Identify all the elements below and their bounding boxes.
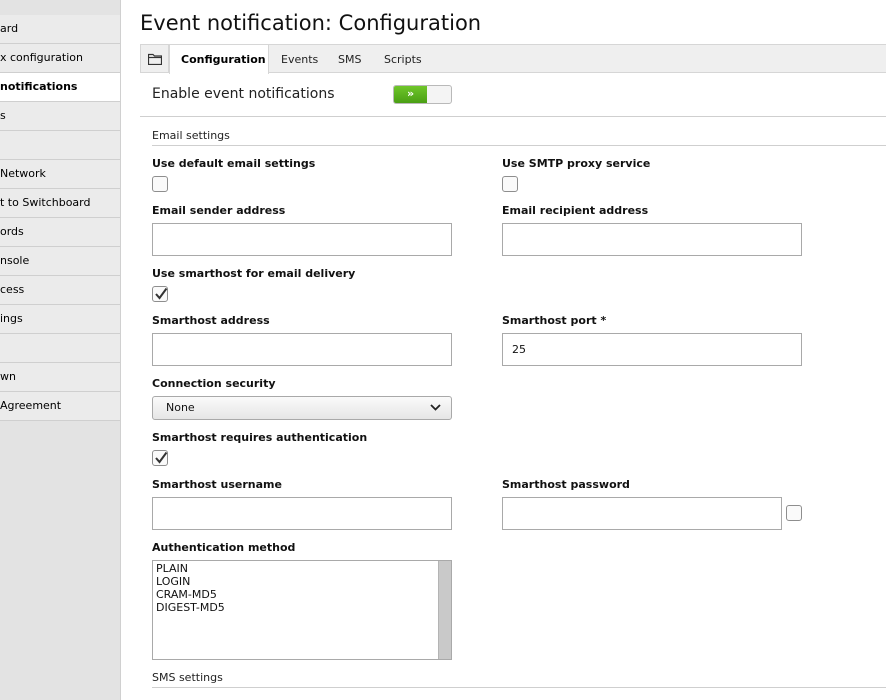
smarthost-address-field[interactable] bbox=[152, 333, 452, 366]
use-default-email-label: Use default email settings bbox=[152, 157, 316, 170]
divider bbox=[140, 116, 886, 117]
list-item[interactable]: PLAIN bbox=[156, 562, 188, 575]
smarthost-port-label: Smarthost port * bbox=[502, 314, 607, 327]
sidebar-item-connect-to-switchboard[interactable]: t to Switchboard bbox=[0, 189, 120, 218]
list-item[interactable]: CRAM-MD5 bbox=[156, 588, 217, 601]
sidebar-item-12[interactable] bbox=[0, 334, 120, 363]
use-smarthost-checkbox[interactable] bbox=[152, 286, 168, 302]
email-recipient-label: Email recipient address bbox=[502, 204, 649, 217]
smarthost-password-field[interactable] bbox=[502, 497, 782, 530]
sidebar-item-box-configuration[interactable]: x configuration bbox=[0, 44, 120, 73]
sidebar-item-label: ard bbox=[0, 22, 19, 35]
requires-auth-checkbox[interactable] bbox=[152, 450, 168, 466]
tab-scripts[interactable]: Scripts bbox=[384, 45, 422, 73]
listbox-scrollbar[interactable] bbox=[438, 561, 451, 659]
page-title: Event notification: Configuration bbox=[140, 11, 482, 35]
sidebar-item-label: ings bbox=[0, 312, 23, 325]
use-smtp-proxy-checkbox[interactable] bbox=[502, 176, 518, 192]
tab-label: Events bbox=[281, 53, 319, 66]
connection-security-select[interactable]: None bbox=[152, 396, 452, 420]
check-icon bbox=[155, 287, 168, 300]
sidebar-item-dashboard[interactable]: ard bbox=[0, 15, 120, 44]
list-item[interactable]: LOGIN bbox=[156, 575, 190, 588]
sidebar-item-access[interactable]: cess bbox=[0, 276, 120, 305]
connection-security-label: Connection security bbox=[152, 377, 276, 390]
enable-notifications-toggle[interactable]: » bbox=[393, 85, 452, 104]
sidebar-item-label: ords bbox=[0, 225, 24, 238]
sidebar-item-console[interactable]: nsole bbox=[0, 247, 120, 276]
sidebar-item-label: nsole bbox=[0, 254, 30, 267]
divider bbox=[152, 145, 886, 146]
sidebar-item-network[interactable]: Network bbox=[0, 160, 120, 189]
chevron-down-icon bbox=[430, 404, 441, 411]
sidebar-item-shutdown[interactable]: wn bbox=[0, 363, 120, 392]
toggle-on-indicator: » bbox=[394, 86, 427, 103]
enable-notifications-label: Enable event notifications bbox=[152, 86, 335, 102]
sidebar-item-settings[interactable]: ings bbox=[0, 305, 120, 334]
sidebar-item-agreement[interactable]: Agreement bbox=[0, 392, 120, 421]
smarthost-username-label: Smarthost username bbox=[152, 478, 282, 491]
tab-label: SMS bbox=[338, 53, 362, 66]
connection-security-value: None bbox=[166, 401, 195, 414]
tab-events[interactable]: Events bbox=[281, 45, 318, 73]
sidebar-item-label: wn bbox=[0, 370, 16, 383]
smarthost-port-field[interactable]: 25 bbox=[502, 333, 802, 366]
tab-bar: Configuration Events SMS Scripts bbox=[140, 44, 886, 74]
sidebar-item-label: notifications bbox=[0, 80, 78, 93]
tab-configuration[interactable]: Configuration bbox=[169, 45, 269, 74]
sms-settings-heading: SMS settings bbox=[152, 671, 223, 684]
sidebar-item-label: s bbox=[0, 109, 6, 122]
smarthost-address-label: Smarthost address bbox=[152, 314, 270, 327]
sidebar-item-label: Agreement bbox=[0, 399, 62, 412]
tab-label: Scripts bbox=[384, 53, 422, 66]
smarthost-username-field[interactable] bbox=[152, 497, 452, 530]
email-sender-label: Email sender address bbox=[152, 204, 286, 217]
list-item[interactable]: DIGEST-MD5 bbox=[156, 601, 225, 614]
tab-home[interactable] bbox=[141, 45, 169, 73]
tab-sms[interactable]: SMS bbox=[338, 45, 361, 73]
email-sender-field[interactable] bbox=[152, 223, 452, 256]
show-password-checkbox[interactable] bbox=[786, 505, 802, 521]
sidebar: ard x configuration notifications s Netw… bbox=[0, 0, 121, 700]
main-content: Event notification: Configuration Config… bbox=[121, 0, 886, 700]
divider bbox=[152, 687, 886, 688]
sidebar-item-4[interactable]: s bbox=[0, 102, 120, 131]
email-settings-heading: Email settings bbox=[152, 129, 230, 142]
requires-auth-label: Smarthost requires authentication bbox=[152, 431, 368, 444]
smarthost-password-label: Smarthost password bbox=[502, 478, 630, 491]
sidebar-item-label: Network bbox=[0, 167, 46, 180]
auth-method-listbox[interactable]: PLAIN LOGIN CRAM-MD5 DIGEST-MD5 bbox=[152, 560, 452, 660]
sidebar-item-label: cess bbox=[0, 283, 25, 296]
email-recipient-field[interactable] bbox=[502, 223, 802, 256]
check-icon bbox=[155, 451, 168, 464]
sidebar-item-passwords[interactable]: ords bbox=[0, 218, 120, 247]
tab-label: Configuration bbox=[181, 53, 266, 66]
use-smtp-proxy-label: Use SMTP proxy service bbox=[502, 157, 651, 170]
use-default-email-checkbox[interactable] bbox=[152, 176, 168, 192]
sidebar-item-label: t to Switchboard bbox=[0, 196, 91, 209]
sidebar-item-5[interactable] bbox=[0, 131, 120, 160]
auth-method-label: Authentication method bbox=[152, 541, 296, 554]
sidebar-item-label: x configuration bbox=[0, 51, 83, 64]
folder-icon bbox=[148, 53, 162, 65]
sidebar-item-event-notifications[interactable]: notifications bbox=[0, 73, 120, 102]
use-smarthost-label: Use smarthost for email delivery bbox=[152, 267, 356, 280]
